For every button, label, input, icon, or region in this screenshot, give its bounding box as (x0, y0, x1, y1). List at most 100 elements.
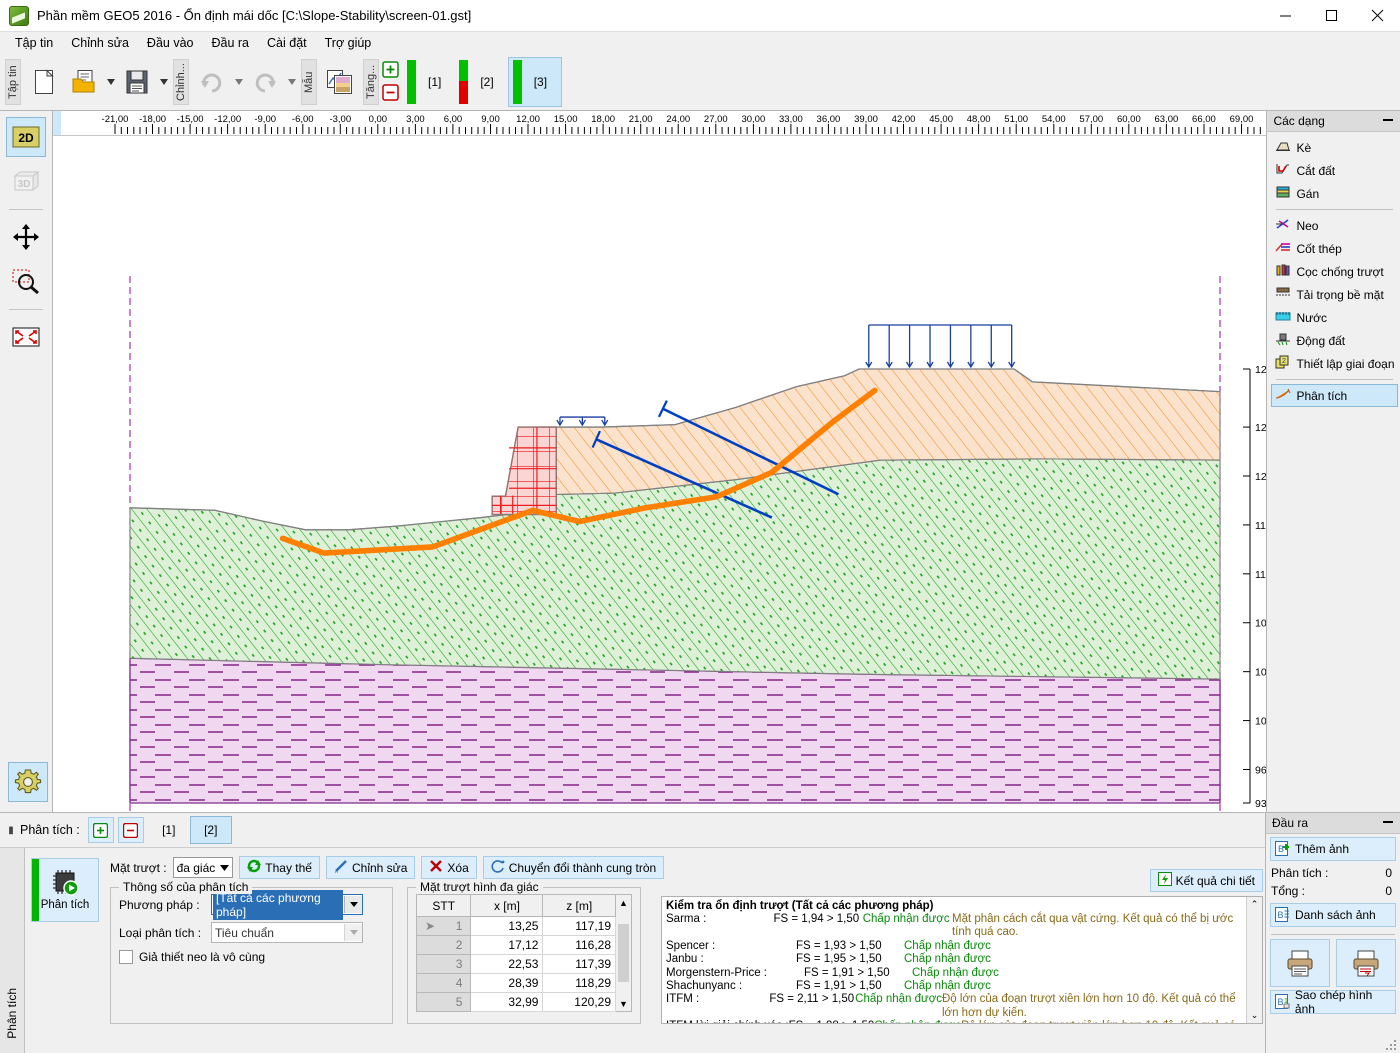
output-collapse-icon[interactable] (1382, 816, 1394, 830)
slip-table-scrollbar[interactable]: ▲ ▼ (616, 894, 632, 1012)
cell-x[interactable]: 28,39 (471, 974, 543, 993)
analysis-type-select[interactable]: Tiêu chuẩn (211, 922, 363, 943)
slip-surface-table[interactable]: STT x [m] z [m] ➤113,25117,19217,12116,2… (416, 894, 616, 1012)
method-select[interactable]: [Tất cả các phương pháp] (211, 894, 363, 915)
cell-x[interactable]: 22,53 (471, 955, 543, 974)
pan-tool-button[interactable] (6, 217, 46, 257)
remove-stage-button[interactable] (382, 84, 399, 104)
cell-z[interactable]: 116,28 (543, 936, 616, 955)
panel-grip[interactable]: ▮ (6, 825, 16, 836)
stage-button-2[interactable]: [2] (455, 58, 507, 106)
scroll-down-icon[interactable]: ▼ (616, 996, 631, 1011)
cell-z[interactable]: 120,29 (543, 993, 616, 1012)
maximize-button[interactable] (1308, 0, 1354, 31)
menu-item-output[interactable]: Đầu ra (202, 34, 258, 52)
sidebar-item-kè[interactable]: Kè (1271, 136, 1398, 159)
settings-gear-button[interactable] (8, 762, 48, 802)
scroll-thumb[interactable] (618, 924, 629, 982)
sidebar-item-gán[interactable]: Gán (1271, 182, 1398, 205)
cell-x[interactable]: 17,12 (471, 936, 543, 955)
table-row[interactable]: ➤113,25117,19 (417, 917, 616, 936)
remove-analysis-button[interactable] (118, 817, 144, 843)
menu-item-file[interactable]: Tập tin (6, 34, 62, 52)
stage-button-3[interactable]: [3] (508, 57, 562, 107)
analysis-tab-1[interactable]: [1] (148, 816, 190, 844)
collapse-icon[interactable] (1382, 114, 1394, 128)
save-file-dropdown[interactable] (157, 58, 170, 106)
menu-item-edit[interactable]: Chỉnh sửa (62, 34, 138, 52)
svg-text:21,00: 21,00 (629, 114, 653, 125)
table-row[interactable]: 217,12116,28 (417, 936, 616, 955)
sidebar-item-động-đất[interactable]: Động đất (1271, 329, 1398, 352)
results-scroll-down-icon[interactable]: ⌄ (1247, 1008, 1262, 1023)
result-fs: FS = 1,98 > 1,50 (789, 1020, 875, 1024)
new-file-button[interactable] (24, 58, 64, 106)
print-preview-button[interactable] (1336, 939, 1396, 987)
table-row[interactable]: 428,39118,29 (417, 974, 616, 993)
copy-view-button[interactable] (320, 58, 360, 106)
sidebar-item-nước[interactable]: Nước (1271, 306, 1398, 329)
slope-stability-plot[interactable]: -20,00-16,00-12,00-8,00-4,000,004,008,00… (53, 136, 1266, 812)
zoom-fit-tool-button[interactable] (6, 317, 46, 357)
analysis-tab-2[interactable]: [2] (190, 816, 232, 844)
drawing-canvas-container[interactable]: -21,00-18,00-15,00-12,00-9,00-6,00-3,000… (53, 111, 1267, 812)
results-scrollbar[interactable]: ⌃ ⌄ (1246, 897, 1262, 1023)
undo-button[interactable] (192, 58, 232, 106)
sidebar-item-tải-trọng-bề-mặt[interactable]: Tải trọng bề mặt (1271, 283, 1398, 306)
result-verdict: Chấp nhận được (874, 1020, 961, 1024)
delete-slip-surface-button[interactable]: Xóa (421, 856, 476, 879)
detail-results-icon (1158, 872, 1172, 889)
zoom-window-tool-button[interactable] (6, 261, 46, 301)
resize-grip[interactable] (1266, 1037, 1400, 1053)
edit-slip-surface-button[interactable]: Chỉnh sửa (326, 856, 415, 879)
menu-item-settings[interactable]: Cài đặt (258, 34, 316, 52)
results-scroll-up-icon[interactable]: ⌃ (1247, 897, 1262, 912)
menu-item-input[interactable]: Đầu vào (138, 34, 203, 52)
view-2d-button[interactable]: 2D (6, 117, 46, 157)
save-file-button[interactable] (117, 58, 157, 106)
redo-dropdown[interactable] (285, 58, 298, 106)
replace-slip-surface-button[interactable]: Thay thế (239, 856, 320, 879)
detail-results-button[interactable]: Kết quả chi tiết (1150, 869, 1263, 892)
undo-dropdown[interactable] (232, 58, 245, 106)
cell-x[interactable]: 32,99 (471, 993, 543, 1012)
add-picture-button[interactable]: B Thêm ảnh (1270, 837, 1396, 861)
minimize-button[interactable] (1262, 0, 1308, 31)
run-analysis-button[interactable]: Phân tích (31, 858, 99, 922)
sidebar-item-thiết-lập-giai-đoạn[interactable]: 2Thiết lập giai đoạn (1271, 352, 1398, 375)
infinite-anchor-checkbox[interactable] (119, 950, 133, 964)
results-box[interactable]: Kiểm tra ổn định trượt (Tất cả các phươn… (661, 896, 1263, 1024)
print-button[interactable] (1270, 939, 1330, 987)
cell-x[interactable]: 13,25 (471, 917, 543, 936)
convert-to-circle-button[interactable]: Chuyển đổi thành cung tròn (483, 856, 664, 879)
menu-item-help[interactable]: Trợ giúp (316, 34, 381, 52)
picture-list-button[interactable]: B Danh sách ảnh (1270, 903, 1396, 927)
sidebar-item-cọc-chống-trượt[interactable]: Cọc chống trượt (1271, 260, 1398, 283)
analysis-type-row: Loại phân tích : Tiêu chuẩn (119, 922, 384, 943)
scroll-up-icon[interactable]: ▲ (616, 895, 631, 910)
slip-surface-type-combo[interactable]: đa giác (173, 857, 234, 878)
sidebar-item-cốt-thép[interactable]: Cốt thép (1271, 237, 1398, 260)
table-row[interactable]: 322,53117,39 (417, 955, 616, 974)
cell-z[interactable]: 117,39 (543, 955, 616, 974)
method-chevron-down-icon[interactable] (344, 896, 362, 913)
stage-button-1[interactable]: [1] (403, 58, 455, 106)
add-stage-button[interactable] (382, 61, 399, 81)
copy-image-button[interactable]: B1 Sao chép hình ảnh (1270, 990, 1396, 1014)
sidebar-item-cắt-đất[interactable]: Cắt đất (1271, 159, 1398, 182)
open-file-dropdown[interactable] (104, 58, 117, 106)
open-file-button[interactable] (64, 58, 104, 106)
cell-z[interactable]: 118,29 (543, 974, 616, 993)
redo-button[interactable] (245, 58, 285, 106)
close-button[interactable] (1354, 0, 1400, 31)
view-3d-button[interactable]: 3D (6, 161, 46, 201)
sidebar-item-neo[interactable]: Neo (1271, 214, 1398, 237)
cell-no: 4 (417, 974, 471, 993)
cell-z[interactable]: 117,19 (543, 917, 616, 936)
add-analysis-button[interactable] (88, 817, 114, 843)
vertical-tab-analysis[interactable]: Phân tích (0, 848, 25, 1053)
table-row[interactable]: 532,99120,29 (417, 993, 616, 1012)
svg-text:-15,00: -15,00 (177, 114, 204, 125)
sidebar-item-phân-tích[interactable]: Phân tích (1271, 384, 1398, 407)
analysis-tab-bar: ▮ Phân tích : [1] [2] (0, 813, 1265, 848)
